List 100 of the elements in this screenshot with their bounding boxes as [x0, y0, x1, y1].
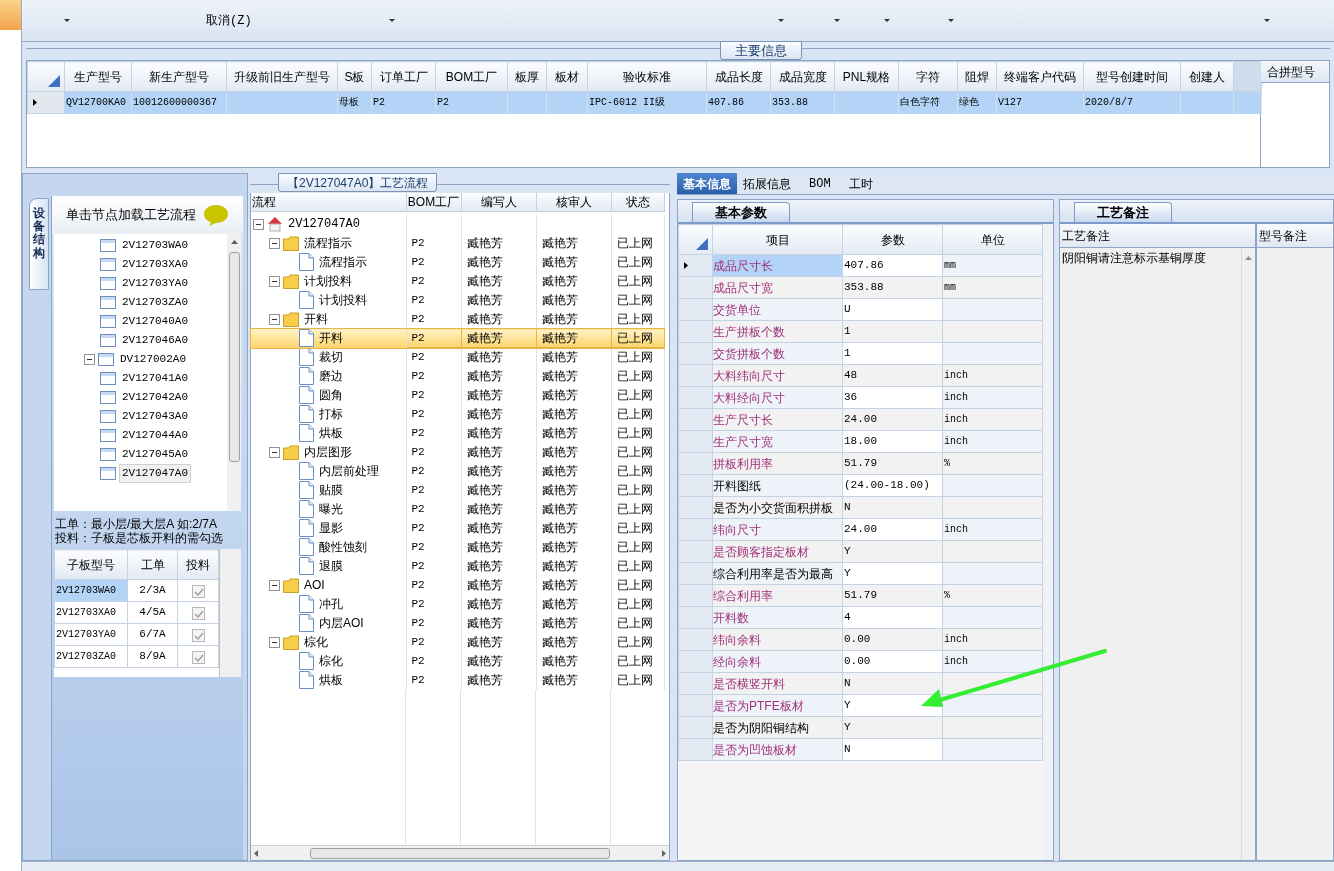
- column-header[interactable]: 订单工厂: [371, 61, 436, 92]
- tree-node[interactable]: 2V127041A0: [119, 369, 191, 388]
- tree-node[interactable]: 流程指示: [317, 253, 367, 271]
- column-header[interactable]: 升级前旧生产型号: [226, 61, 338, 92]
- tree-row[interactable]: 棕化 P2 臧艳芳 臧艳芳 已上网: [251, 632, 664, 652]
- column-header[interactable]: 状态: [611, 193, 664, 212]
- tree-node[interactable]: 内层AOI: [317, 614, 364, 632]
- column-header[interactable]: 成品宽度: [770, 61, 835, 92]
- scroll-right-icon[interactable]: [662, 849, 666, 857]
- tree-node[interactable]: 流程指示: [302, 234, 352, 252]
- checkbox[interactable]: [191, 584, 205, 598]
- column-header[interactable]: 终端客户代码: [996, 61, 1084, 92]
- tree-row[interactable]: 2V127047A0: [251, 214, 664, 234]
- column-header[interactable]: 型号创建时间: [1083, 61, 1181, 92]
- table-row[interactable]: 是否横竖开料 N: [678, 672, 1043, 695]
- table-cell[interactable]: 2V12703XA0: [54, 601, 128, 624]
- tree-node[interactable]: 贴膜: [317, 481, 343, 499]
- tree-node[interactable]: 计划投料: [317, 291, 367, 309]
- scroll-up-icon[interactable]: [230, 240, 238, 244]
- column-header[interactable]: 流程: [251, 193, 406, 212]
- column-header[interactable]: BOM工厂: [406, 193, 461, 212]
- table-row[interactable]: 纬向尺寸 24.00 inch: [678, 518, 1043, 541]
- tab[interactable]: 基本信息: [677, 173, 737, 194]
- tree-node[interactable]: 内层图形: [302, 443, 352, 461]
- table-row[interactable]: 是否为小交货面积拼板 N: [678, 496, 1043, 519]
- table-row[interactable]: 纬向余料 0.00 inch: [678, 628, 1043, 651]
- expand-toggle[interactable]: [269, 579, 280, 591]
- tree-node[interactable]: 开料: [317, 329, 343, 347]
- table-row[interactable]: QV12700KA0 10012600000367 母板 P2 P2 IPC-6012 II级 407.86 353.88 白色字符 绿色 V127 2020/8/7: [27, 91, 1262, 114]
- column-header[interactable]: 板材: [546, 61, 588, 92]
- tree-node[interactable]: 磨边: [317, 367, 343, 385]
- expand-toggle[interactable]: [269, 275, 280, 287]
- tree-row[interactable]: 裁切 P2 臧艳芳 臧艳芳 已上网: [251, 347, 664, 367]
- tree-row[interactable]: 酸性蚀刻 P2 臧艳芳 臧艳芳 已上网: [251, 537, 664, 557]
- column-header[interactable]: 投料: [177, 549, 219, 580]
- column-header[interactable]: 参数: [842, 224, 943, 255]
- column-header[interactable]: 新生产型号: [131, 61, 227, 92]
- tree-row[interactable]: 开料 P2 臧艳芳 臧艳芳 已上网: [251, 328, 664, 348]
- table-row[interactable]: 是否为PTFE板材 Y: [678, 694, 1043, 717]
- table-cell[interactable]: 2V12703YA0: [54, 623, 128, 646]
- column-header[interactable]: 验收标准: [587, 61, 707, 92]
- column-header[interactable]: BOM工厂: [435, 61, 508, 92]
- table-row[interactable]: 交货拼板个数 1: [678, 342, 1043, 365]
- tree-node[interactable]: 酸性蚀刻: [317, 538, 367, 556]
- tree-row[interactable]: 内层AOI P2 臧艳芳 臧艳芳 已上网: [251, 613, 664, 633]
- table-row[interactable]: 综合利用率 51.79 %: [678, 584, 1043, 607]
- checkbox[interactable]: [191, 650, 205, 664]
- tree-row[interactable]: 退膜 P2 臧艳芳 臧艳芳 已上网: [251, 556, 664, 576]
- tree-row[interactable]: 打标 P2 臧艳芳 臧艳芳 已上网: [251, 404, 664, 424]
- column-header[interactable]: 生产型号: [64, 61, 132, 92]
- tree-node[interactable]: 2V12703YA0: [119, 274, 191, 293]
- column-header[interactable]: 成品长度: [706, 61, 771, 92]
- cancel-button[interactable]: 取消(Z): [204, 12, 254, 30]
- table-row[interactable]: 生产尺寸长 24.00 inch: [678, 408, 1043, 431]
- tree-node[interactable]: 退膜: [317, 557, 343, 575]
- checkbox[interactable]: [191, 628, 205, 642]
- tree-node[interactable]: 冲孔: [317, 595, 343, 613]
- column-header[interactable]: S板: [337, 61, 372, 92]
- tab[interactable]: 工艺备注: [1074, 202, 1172, 222]
- expand-toggle[interactable]: [269, 446, 280, 458]
- tree-row[interactable]: 流程指示 P2 臧艳芳 臧艳芳 已上网: [251, 252, 664, 272]
- tree-row[interactable]: 内层前处理 P2 臧艳芳 臧艳芳 已上网: [251, 461, 664, 481]
- tree-row[interactable]: 计划投料 P2 臧艳芳 臧艳芳 已上网: [251, 290, 664, 310]
- tree-node[interactable]: 曝光: [317, 500, 343, 518]
- table-row[interactable]: 成品尺寸宽 353.88 mm: [678, 276, 1043, 299]
- table-row[interactable]: 生产尺寸宽 18.00 inch: [678, 430, 1043, 453]
- tree-row[interactable]: 内层图形 P2 臧艳芳 臧艳芳 已上网: [251, 442, 664, 462]
- table-row[interactable]: 开料数 4: [678, 606, 1043, 629]
- column-header[interactable]: PNL规格: [834, 61, 899, 92]
- scroll-left-icon[interactable]: [254, 849, 258, 857]
- tree-node[interactable]: 烘板: [317, 424, 343, 442]
- table-row[interactable]: 经向余料 0.00 inch: [678, 650, 1043, 673]
- tree-node[interactable]: 2V127042A0: [119, 388, 191, 407]
- column-header[interactable]: 单位: [942, 224, 1043, 255]
- tree-node[interactable]: 2V12703WA0: [119, 236, 191, 255]
- column-header[interactable]: 子板型号: [54, 549, 128, 580]
- table-row[interactable]: 拼板利用率 51.79 %: [678, 452, 1043, 475]
- tree-row[interactable]: 圆角 P2 臧艳芳 臧艳芳 已上网: [251, 385, 664, 405]
- column-header[interactable]: 工艺备注: [1060, 224, 1257, 247]
- table-row[interactable]: 大料经向尺寸 36 inch: [678, 386, 1043, 409]
- scrollbar[interactable]: [1241, 248, 1255, 860]
- tree-row[interactable]: 棕化 P2 臧艳芳 臧艳芳 已上网: [251, 651, 664, 671]
- column-header[interactable]: 型号备注: [1257, 224, 1333, 247]
- tree-row[interactable]: 贴膜 P2 臧艳芳 臧艳芳 已上网: [251, 480, 664, 500]
- tree-row[interactable]: 曝光 P2 臧艳芳 臧艳芳 已上网: [251, 499, 664, 519]
- table-row[interactable]: 生产拼板个数 1: [678, 320, 1043, 343]
- tree-node[interactable]: 2V12703XA0: [119, 255, 191, 274]
- tree-node[interactable]: 2V127040A0: [119, 312, 191, 331]
- tree-node[interactable]: 显影: [317, 519, 343, 537]
- tree-node[interactable]: 2V127043A0: [119, 407, 191, 426]
- table-row[interactable]: 综合利用率是否为最高 Y: [678, 562, 1043, 585]
- column-header[interactable]: 创建人: [1180, 61, 1234, 92]
- table-cell[interactable]: 2V12703ZA0: [54, 645, 128, 668]
- tree-node[interactable]: 2V127047A0: [286, 215, 360, 233]
- tree-node[interactable]: 2V127045A0: [119, 445, 191, 464]
- scroll-up-icon[interactable]: [1245, 256, 1252, 260]
- tree-node[interactable]: 2V12703ZA0: [119, 293, 191, 312]
- tree-node[interactable]: 圆角: [317, 386, 343, 404]
- table-cell[interactable]: 2V12703WA0: [54, 579, 128, 602]
- tree-row[interactable]: 开料 P2 臧艳芳 臧艳芳 已上网: [251, 309, 664, 329]
